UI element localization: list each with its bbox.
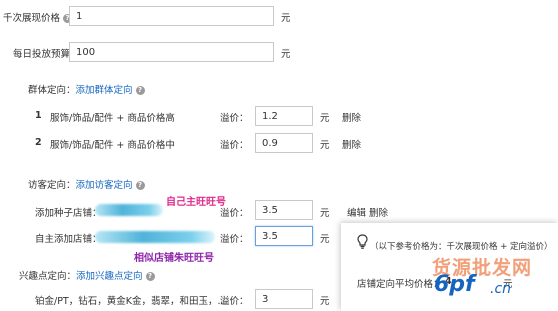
crowd-unit: 元 [320, 140, 330, 151]
seed-delete-link[interactable]: 删除 [369, 205, 388, 219]
help-icon[interactable]: ? [135, 181, 145, 190]
interest-row-name: 铂金/PT，钻石，黄金K金，翡翠，和田玉，... [35, 296, 227, 307]
crowd-section-header: 群体定向：添加群体定向? [28, 82, 145, 96]
self-unit: 元 [320, 234, 330, 245]
similar-wangwang-note: 相似店铺朱旺旺号 [134, 253, 214, 264]
seed-edit-link[interactable]: 编辑 [347, 205, 366, 219]
add-visitor-link[interactable]: 添加访客定向 [76, 180, 133, 191]
watermark-suffix: .cn [490, 281, 512, 297]
own-wangwang-note: 自己主旺旺号 [166, 197, 226, 208]
watermark-logo: 6pf [434, 272, 475, 297]
self-shop-label: 自主添加店铺： [35, 234, 102, 245]
self-premium-input[interactable] [255, 226, 313, 246]
help-icon[interactable]: ? [145, 272, 155, 281]
daily-budget-input[interactable] [69, 42, 274, 62]
budget-unit: 元 [281, 49, 291, 60]
help-icon[interactable]: ? [135, 86, 145, 95]
seed-premium-label: 溢价： [220, 208, 249, 219]
add-crowd-link[interactable]: 添加群体定向 [76, 85, 133, 96]
crowd-unit: 元 [320, 113, 330, 124]
interest-premium-input[interactable] [255, 289, 313, 309]
crowd-row-name: 服饰/饰品/配件 + 商品价格中 [50, 140, 175, 151]
price-unit: 元 [281, 13, 291, 24]
interest-premium-label: 溢价： [220, 296, 249, 307]
redacted-shop-name [95, 231, 215, 243]
crowd-premium-label: 溢价： [220, 113, 249, 124]
visitor-section-header: 访客定向：添加访客定向? [28, 177, 145, 191]
redacted-shop-name [95, 204, 163, 216]
tooltip-text: （以下参考价格为：千次展现价格 + 定向溢价） [370, 242, 553, 252]
crowd-row-index: 1 [35, 110, 42, 121]
crowd-delete-link[interactable]: 删除 [342, 137, 361, 151]
crowd-delete-link[interactable]: 删除 [342, 110, 361, 124]
seed-unit: 元 [320, 208, 330, 219]
crowd-row-index: 2 [35, 137, 42, 148]
interest-section-header: 兴趣点定向：添加兴趣点定向? [19, 268, 155, 282]
crowd-row-name: 服饰/饰品/配件 + 商品价格高 [50, 113, 175, 124]
lightbulb-icon [357, 234, 368, 249]
crowd-premium-label: 溢价： [220, 140, 249, 151]
interest-unit: 元 [320, 296, 330, 307]
crowd-premium-input[interactable] [255, 133, 313, 153]
self-premium-label: 溢价： [220, 234, 249, 245]
crowd-premium-input[interactable] [255, 106, 313, 126]
price-per-thousand-label: 千次展现价格? [3, 10, 73, 24]
price-per-thousand-input[interactable] [69, 6, 274, 26]
add-interest-link[interactable]: 添加兴趣点定向 [76, 271, 143, 282]
seed-shop-label: 添加种子店铺： [35, 208, 102, 219]
avg-price-label: 店铺定向平均价格： [357, 279, 443, 290]
seed-premium-input[interactable] [255, 200, 313, 220]
